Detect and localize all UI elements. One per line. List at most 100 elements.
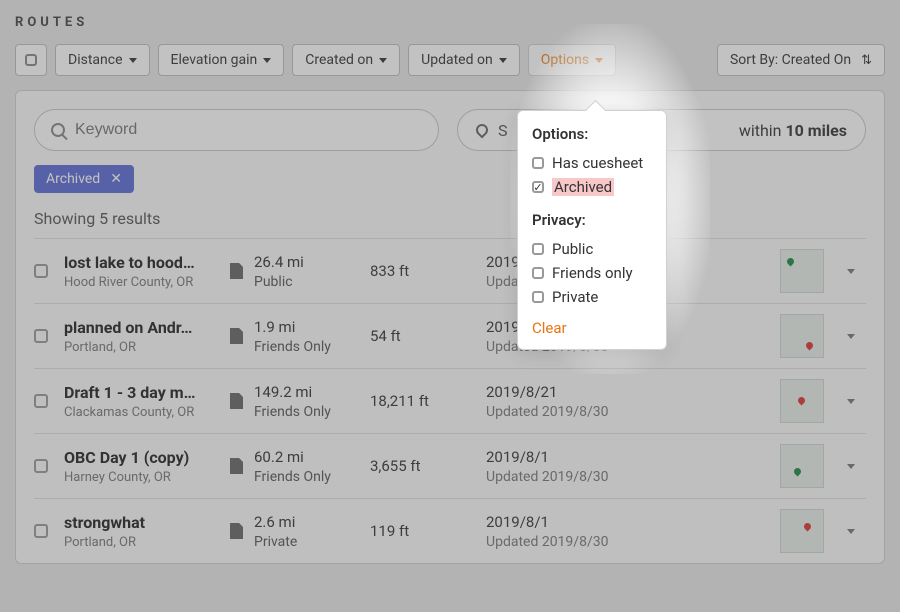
option-has-cuesheet[interactable]: Has cuesheet (532, 151, 652, 175)
checkbox-icon (532, 243, 544, 255)
filter-distance-label: Distance (68, 52, 123, 68)
expand-row[interactable] (836, 334, 866, 339)
option-public[interactable]: Public (532, 237, 652, 261)
row-checkbox[interactable] (34, 459, 48, 473)
filter-distance[interactable]: Distance (55, 44, 150, 76)
chip-remove-icon[interactable]: ✕ (110, 171, 122, 187)
expand-row[interactable] (836, 269, 866, 274)
filter-updated[interactable]: Updated on (408, 44, 520, 76)
sort-button[interactable]: Sort By: Created On⇅ (717, 44, 885, 76)
route-privacy: Private (254, 534, 364, 550)
clear-link[interactable]: Clear (532, 319, 567, 337)
option-friends-label: Friends only (552, 264, 633, 282)
chevron-down-icon (847, 399, 855, 404)
route-distance: 2.6 mi (254, 513, 364, 531)
chip-label: Archived (46, 171, 100, 187)
route-title[interactable]: strongwhat (64, 513, 224, 532)
keyword-search[interactable] (34, 109, 439, 151)
route-distance: 149.2 mi (254, 383, 364, 401)
row-checkbox[interactable] (34, 264, 48, 278)
chevron-down-icon (379, 58, 387, 63)
option-friends[interactable]: Friends only (532, 261, 652, 285)
page-title: ROUTES (15, 15, 885, 30)
route-elevation: 3,655 ft (370, 457, 480, 475)
expand-row[interactable] (836, 399, 866, 404)
chevron-down-icon (847, 334, 855, 339)
options-popover: Options: Has cuesheet Archived Privacy: … (517, 110, 667, 350)
option-private[interactable]: Private (532, 285, 652, 309)
content-card: S ate) within 10 miles Archived ✕ Showin… (15, 90, 885, 564)
filter-elevation[interactable]: Elevation gain (158, 44, 285, 76)
route-title[interactable]: Draft 1 - 3 day m… (64, 383, 224, 402)
route-distance: 1.9 mi (254, 318, 364, 336)
row-checkbox[interactable] (34, 524, 48, 538)
option-private-label: Private (552, 288, 598, 306)
filter-options-label: Options (541, 52, 589, 68)
popover-options-header: Options: (532, 125, 652, 143)
route-location: Portland, OR (64, 535, 224, 550)
route-row: strongwhat Portland, OR 2.6 mi Private 119 f… (34, 498, 866, 563)
route-location: Hood River County, OR (64, 275, 224, 290)
route-thumbnail[interactable] (780, 509, 824, 553)
route-created: 2019/8/1 (486, 513, 646, 531)
sort-label: Sort By: Created On (730, 52, 851, 68)
route-row: Draft 1 - 3 day m…Clackamas County, OR14… (34, 368, 866, 433)
route-thumbnail[interactable] (780, 249, 824, 293)
route-updated: Updated 2019/8/30 (486, 469, 646, 485)
filter-created-label: Created on (305, 52, 373, 68)
search-icon (51, 123, 65, 137)
document-icon (230, 458, 243, 474)
route-location: Portland, OR (64, 340, 224, 355)
checkbox-checked-icon (532, 181, 544, 193)
results-count: Showing 5 results (34, 209, 866, 228)
document-icon (230, 263, 243, 279)
route-privacy: Friends Only (254, 404, 364, 420)
chevron-down-icon (847, 464, 855, 469)
route-elevation: 18,211 ft (370, 392, 480, 410)
checkbox-icon (532, 291, 544, 303)
option-archived-label: Archived (552, 178, 614, 196)
route-elevation: 119 ft (370, 522, 480, 540)
route-created: 2019/8/21 (486, 383, 646, 401)
pin-icon (474, 122, 491, 139)
chevron-down-icon (499, 58, 507, 63)
within-label: within 10 miles (739, 121, 847, 140)
route-created: 2019/8/1 (486, 448, 646, 466)
route-thumbnail[interactable] (780, 379, 824, 423)
route-privacy: Friends Only (254, 469, 364, 485)
chevron-down-icon (847, 529, 855, 534)
row-checkbox[interactable] (34, 329, 48, 343)
route-thumbnail[interactable] (780, 314, 824, 358)
select-all-checkbox[interactable] (15, 44, 47, 76)
document-icon (230, 328, 243, 344)
option-public-label: Public (552, 240, 593, 258)
chevron-down-icon (129, 58, 137, 63)
route-privacy: Friends Only (254, 339, 364, 355)
expand-row[interactable] (836, 464, 866, 469)
option-has-cuesheet-label: Has cuesheet (552, 154, 643, 172)
route-title[interactable]: lost lake to hood… (64, 253, 224, 272)
filter-created[interactable]: Created on (292, 44, 400, 76)
row-checkbox[interactable] (34, 394, 48, 408)
route-row: planned on Andr… Portland, OR 1.9 mi Friend… (34, 303, 866, 368)
route-location: Harney County, OR (64, 470, 224, 485)
route-privacy: Public (254, 274, 364, 290)
filter-options[interactable]: Options (528, 44, 616, 76)
keyword-input[interactable] (75, 121, 422, 139)
chevron-down-icon (263, 58, 271, 63)
route-title[interactable]: OBC Day 1 (copy) (64, 448, 224, 467)
filter-elevation-label: Elevation gain (171, 52, 258, 68)
popover-privacy-header: Privacy: (532, 211, 652, 229)
route-thumbnail[interactable] (780, 444, 824, 488)
route-row: OBC Day 1 (copy)Harney County, OR60.2 mi… (34, 433, 866, 498)
option-archived[interactable]: Archived (532, 175, 652, 199)
filter-updated-label: Updated on (421, 52, 493, 68)
route-title[interactable]: planned on Andr… (64, 318, 224, 337)
filter-chip-archived[interactable]: Archived ✕ (34, 165, 134, 193)
route-updated: Updated 2019/8/30 (486, 404, 646, 420)
chevron-down-icon (847, 269, 855, 274)
location-trunc: S (498, 121, 508, 140)
route-elevation: 833 ft (370, 262, 480, 280)
checkbox-icon (532, 267, 544, 279)
expand-row[interactable] (836, 529, 866, 534)
